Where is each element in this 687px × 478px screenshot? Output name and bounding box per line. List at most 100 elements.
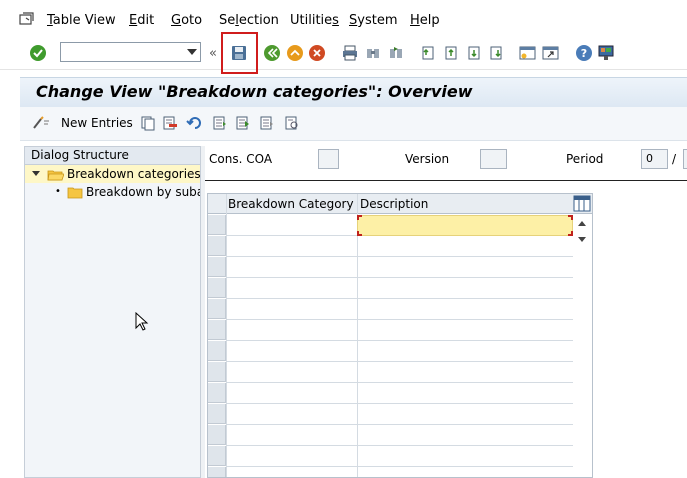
row-selector[interactable] bbox=[208, 341, 226, 361]
tree-item-label: Breakdown categories bbox=[67, 167, 200, 181]
period-separator: / bbox=[672, 152, 677, 166]
row-selector[interactable] bbox=[208, 215, 226, 235]
description-input-cell[interactable] bbox=[357, 215, 573, 236]
layout-icon[interactable] bbox=[596, 43, 616, 63]
breakdown-table: Breakdown Category Description bbox=[207, 193, 593, 478]
row-selector[interactable] bbox=[208, 236, 226, 256]
check-icon[interactable] bbox=[28, 43, 48, 63]
menu-help[interactable]: Help bbox=[410, 13, 440, 28]
period-label: Period bbox=[566, 152, 604, 166]
folder-open-icon bbox=[47, 168, 65, 183]
table-row[interactable] bbox=[227, 341, 573, 362]
row-selector[interactable] bbox=[208, 446, 226, 466]
scroll-up-icon[interactable] bbox=[578, 221, 586, 226]
table-row[interactable] bbox=[227, 236, 573, 257]
table-row[interactable] bbox=[227, 404, 573, 425]
tree-item-label: Breakdown by subas bbox=[86, 185, 200, 199]
bullet-icon: • bbox=[55, 186, 61, 197]
copy-icon[interactable] bbox=[140, 115, 156, 131]
print-field-list-icon[interactable] bbox=[284, 115, 300, 131]
cons-coa-label: Cons. COA bbox=[209, 152, 273, 166]
edit-display-toggle-icon[interactable] bbox=[32, 115, 49, 131]
cancel-icon[interactable] bbox=[307, 43, 327, 63]
next-page-icon[interactable] bbox=[464, 43, 484, 63]
svg-text:?: ? bbox=[581, 47, 587, 60]
deselect-all-icon[interactable] bbox=[259, 115, 275, 131]
menu-table-view[interactable]: Table View bbox=[47, 13, 116, 28]
double-chevron-left-icon[interactable]: « bbox=[208, 43, 218, 63]
select-block-icon[interactable] bbox=[235, 115, 251, 131]
delete-icon[interactable] bbox=[162, 115, 178, 131]
row-selector[interactable] bbox=[208, 467, 226, 477]
row-selector[interactable] bbox=[208, 257, 226, 277]
new-entries-button[interactable]: New Entries bbox=[61, 116, 133, 130]
find-next-icon[interactable] bbox=[386, 43, 406, 63]
table-row[interactable] bbox=[227, 362, 573, 383]
application-toolbar: New Entries bbox=[20, 107, 687, 141]
new-session-icon[interactable] bbox=[518, 43, 538, 63]
row-selector[interactable] bbox=[208, 278, 226, 298]
table-row[interactable] bbox=[227, 257, 573, 278]
header-divider bbox=[205, 180, 687, 181]
scroll-down-icon[interactable] bbox=[578, 237, 586, 242]
column-divider bbox=[226, 194, 227, 477]
command-input[interactable] bbox=[61, 43, 179, 61]
help-icon[interactable]: ? bbox=[574, 43, 594, 63]
row-selector[interactable] bbox=[208, 425, 226, 445]
version-label: Version bbox=[405, 152, 450, 166]
column-header-breakdown-category[interactable]: Breakdown Category bbox=[228, 197, 354, 211]
first-page-icon[interactable] bbox=[418, 43, 438, 63]
column-header-description[interactable]: Description bbox=[360, 197, 428, 211]
menu-selection[interactable]: Selection bbox=[219, 13, 279, 28]
version-field[interactable] bbox=[480, 149, 507, 169]
dialog-structure-header: Dialog Structure bbox=[25, 147, 200, 165]
table-row[interactable] bbox=[227, 299, 573, 320]
chevron-down-icon[interactable] bbox=[187, 49, 197, 55]
row-selector[interactable] bbox=[208, 320, 226, 340]
tree-item-breakdown-by-subas[interactable]: • Breakdown by subas bbox=[25, 183, 200, 201]
menu-bar: Table View Edit Goto Selection Utilities… bbox=[0, 0, 687, 38]
table-header: Breakdown Category Description bbox=[208, 194, 592, 214]
menu-system[interactable]: System bbox=[349, 13, 398, 28]
select-all-icon[interactable] bbox=[212, 115, 228, 131]
exit-icon[interactable] bbox=[285, 43, 305, 63]
table-row[interactable] bbox=[227, 278, 573, 299]
previous-page-icon[interactable] bbox=[441, 43, 461, 63]
menu-icon[interactable] bbox=[19, 12, 35, 26]
cell-corner-mark bbox=[357, 215, 362, 220]
command-field[interactable] bbox=[60, 42, 201, 62]
table-row[interactable] bbox=[227, 425, 573, 446]
row-selector[interactable] bbox=[208, 299, 226, 319]
tree-item-breakdown-categories[interactable]: Breakdown categories bbox=[25, 165, 200, 183]
panel-splitter[interactable] bbox=[201, 146, 205, 478]
save-highlight-frame bbox=[221, 32, 258, 74]
dialog-structure-panel: Dialog Structure Breakdown categories • … bbox=[24, 146, 201, 478]
table-settings-icon[interactable] bbox=[573, 195, 591, 215]
print-icon[interactable] bbox=[340, 43, 360, 63]
shortcut-icon[interactable] bbox=[541, 43, 561, 63]
back-icon[interactable] bbox=[262, 43, 282, 63]
menu-edit[interactable]: Edit bbox=[129, 13, 154, 28]
row-selector[interactable] bbox=[208, 404, 226, 424]
caret-down-icon[interactable] bbox=[32, 171, 40, 176]
find-icon[interactable] bbox=[363, 43, 383, 63]
page-title: Change View "Breakdown categories": Over… bbox=[36, 82, 473, 101]
title-bar: Change View "Breakdown categories": Over… bbox=[20, 77, 687, 107]
period-field[interactable]: 0 bbox=[641, 149, 668, 169]
cell-corner-mark bbox=[357, 231, 362, 236]
table-row[interactable] bbox=[227, 320, 573, 341]
table-row[interactable] bbox=[227, 467, 573, 477]
table-scrollbar[interactable] bbox=[573, 214, 592, 477]
cons-coa-field[interactable] bbox=[318, 149, 339, 169]
menu-utilities[interactable]: Utilities bbox=[290, 13, 339, 28]
last-page-icon[interactable] bbox=[486, 43, 506, 63]
row-selector[interactable] bbox=[208, 362, 226, 382]
undo-icon[interactable] bbox=[186, 115, 202, 131]
standard-toolbar: « ? bbox=[0, 38, 687, 70]
menu-goto[interactable]: Goto bbox=[171, 13, 202, 28]
row-selector[interactable] bbox=[208, 383, 226, 403]
folder-icon bbox=[67, 186, 83, 201]
period-year-field[interactable] bbox=[683, 149, 687, 169]
table-row[interactable] bbox=[227, 446, 573, 467]
table-row[interactable] bbox=[227, 383, 573, 404]
